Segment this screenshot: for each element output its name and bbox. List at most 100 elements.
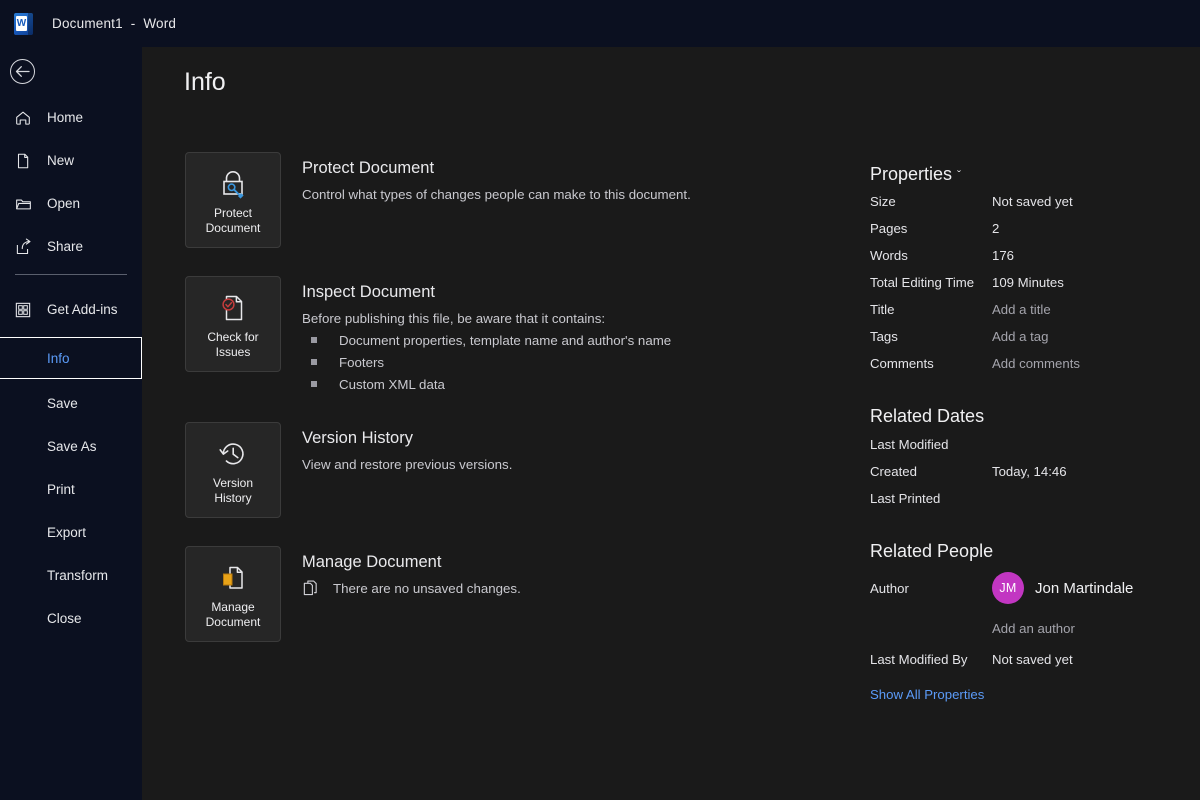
list-item-label: Footers	[339, 353, 384, 372]
property-label: Size	[870, 194, 992, 211]
section-spacer	[870, 518, 1190, 541]
sidebar-item-export[interactable]: Export	[0, 517, 142, 548]
add-an-author-field[interactable]: Add an author	[992, 621, 1190, 636]
word-logo-shade	[28, 13, 33, 35]
property-row-title: Title Add a title	[870, 302, 1190, 319]
document-check-icon	[217, 289, 249, 327]
avatar[interactable]: JM	[992, 572, 1024, 604]
inspect-document-heading: Inspect Document	[302, 283, 671, 302]
property-value: 109 Minutes	[992, 275, 1064, 292]
add-title-field[interactable]: Add a title	[992, 302, 1051, 319]
sidebar-item-print[interactable]: Print	[0, 474, 142, 505]
folder-icon	[13, 194, 33, 214]
sidebar-item-label: Transform	[47, 568, 108, 583]
add-tag-field[interactable]: Add a tag	[992, 329, 1048, 346]
property-row-words: Words 176	[870, 248, 1190, 265]
sidebar-item-save-as[interactable]: Save As	[0, 431, 142, 462]
properties-heading[interactable]: Properties ˇ	[870, 164, 1190, 185]
bullet-square-icon	[311, 359, 317, 365]
bullet-square-icon	[311, 381, 317, 387]
word-logo-icon: W	[14, 13, 33, 35]
sidebar-item-get-add-ins[interactable]: Get Add-ins	[0, 294, 142, 325]
property-label: Tags	[870, 329, 992, 346]
sidebar-item-label: Save As	[47, 439, 97, 454]
sidebar-item-info[interactable]: Info	[0, 337, 142, 379]
sidebar-item-label: Get Add-ins	[47, 302, 118, 317]
back-arrow-icon[interactable]	[10, 59, 35, 84]
backstage-sidebar: Home New Open	[0, 47, 142, 800]
properties-panel: Properties ˇ Size Not saved yet Pages 2 …	[870, 164, 1190, 702]
property-label: Comments	[870, 356, 992, 373]
sidebar-item-home[interactable]: Home	[0, 102, 142, 133]
sidebar-item-label: Save	[47, 396, 78, 411]
property-value: 176	[992, 248, 1014, 265]
lock-key-icon	[216, 165, 250, 203]
sidebar-nav-list: Home New Open	[0, 102, 142, 646]
property-label: Title	[870, 302, 992, 319]
sidebar-item-new[interactable]: New	[0, 145, 142, 176]
version-history-button[interactable]: Version History	[185, 422, 281, 518]
unsaved-changes-label: There are no unsaved changes.	[333, 581, 521, 596]
add-comments-field[interactable]: Add comments	[992, 356, 1080, 373]
bullet-square-icon	[311, 337, 317, 343]
protect-document-button[interactable]: Protect Document	[185, 152, 281, 248]
list-item: Custom XML data	[302, 375, 671, 394]
date-row-last-modified: Last Modified	[870, 437, 1190, 454]
property-label: Words	[870, 248, 992, 265]
grid-icon	[13, 300, 33, 320]
show-all-properties-link[interactable]: Show All Properties	[870, 687, 1190, 702]
list-item-label: Document properties, template name and a…	[339, 331, 671, 350]
copy-documents-icon	[302, 579, 322, 597]
inspect-document-bullet-list: Document properties, template name and a…	[302, 331, 671, 394]
sidebar-item-transform[interactable]: Transform	[0, 560, 142, 591]
protect-document-heading: Protect Document	[302, 159, 691, 178]
properties-heading-label: Properties	[870, 164, 952, 185]
related-people-heading: Related People	[870, 541, 1190, 562]
sidebar-item-label: Close	[47, 611, 82, 626]
clock-history-icon	[217, 435, 249, 473]
sidebar-item-label: Print	[47, 482, 75, 497]
check-for-issues-button[interactable]: Check for Issues	[185, 276, 281, 372]
date-value: Today, 14:46	[992, 464, 1067, 481]
property-row-comments: Comments Add comments	[870, 356, 1190, 373]
section-spacer	[870, 383, 1190, 406]
list-item: Footers	[302, 353, 671, 372]
chevron-down-icon: ˇ	[957, 168, 961, 182]
sidebar-item-open[interactable]: Open	[0, 188, 142, 219]
sidebar-item-label: Info	[47, 351, 70, 366]
window-title: Document1 - Word	[52, 16, 176, 31]
date-row-last-printed: Last Printed	[870, 491, 1190, 508]
page-icon	[13, 151, 33, 171]
page-title: Info	[184, 68, 226, 97]
version-history-description: View and restore previous versions.	[302, 455, 512, 474]
manage-document-heading: Manage Document	[302, 553, 521, 572]
property-label: Total Editing Time	[870, 275, 992, 292]
inspect-document-description: Before publishing this file, be aware th…	[302, 309, 671, 328]
property-row-total-editing-time: Total Editing Time 109 Minutes	[870, 275, 1190, 292]
date-label: Last Printed	[870, 491, 992, 508]
version-history-button-label: Version History	[187, 476, 279, 506]
sidebar-item-share[interactable]: Share	[0, 231, 142, 262]
property-row-size: Size Not saved yet	[870, 194, 1190, 211]
sidebar-item-label: New	[47, 153, 74, 168]
backstage-main-panel: Info Protect Document	[142, 47, 1200, 800]
sidebar-item-save[interactable]: Save	[0, 388, 142, 419]
property-label: Pages	[870, 221, 992, 238]
word-logo-letter: W	[16, 16, 27, 31]
protect-document-button-label: Protect Document	[187, 206, 279, 236]
sidebar-item-close[interactable]: Close	[0, 603, 142, 634]
date-label: Created	[870, 464, 992, 481]
last-modified-by-row: Last Modified By Not saved yet	[870, 652, 1190, 669]
manage-document-body: Manage Document There are no unsaved cha…	[302, 546, 521, 642]
last-modified-by-label: Last Modified By	[870, 652, 992, 669]
property-row-pages: Pages 2	[870, 221, 1190, 238]
title-bar: W Document1 - Word	[0, 0, 1200, 47]
inspect-document-body: Inspect Document Before publishing this …	[302, 276, 671, 394]
protect-document-description: Control what types of changes people can…	[302, 185, 691, 204]
check-for-issues-button-label: Check for Issues	[187, 330, 279, 360]
property-value: 2	[992, 221, 999, 238]
protect-document-body: Protect Document Control what types of c…	[302, 152, 691, 248]
word-backstage-info-screen: W Document1 - Word Home	[0, 0, 1200, 800]
manage-document-section: Manage Document Manage Document There ar…	[185, 546, 785, 642]
manage-document-button[interactable]: Manage Document	[185, 546, 281, 642]
